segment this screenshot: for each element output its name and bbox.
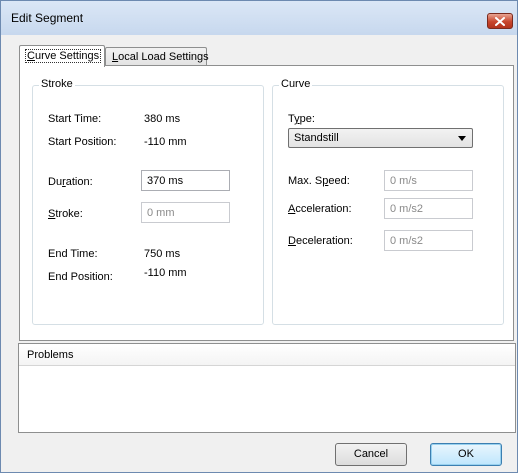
- stroke-label: Stroke:: [48, 208, 83, 220]
- max-speed-label: Max. Speed:: [288, 175, 350, 187]
- tab-local-load-settings-label: Local Load Settings: [112, 51, 209, 63]
- end-time-value: 750 ms: [144, 248, 181, 260]
- tab-curve-settings-label: Curve Settings: [24, 49, 102, 63]
- deceleration-input[interactable]: [384, 230, 473, 251]
- end-position-value: -110 mm: [144, 267, 187, 279]
- curve-group: Curve Type: Standstill Max. Speed: Accel…: [272, 78, 504, 325]
- title-bar[interactable]: Edit Segment: [1, 1, 517, 35]
- problems-header-label: Problems: [27, 349, 74, 361]
- tab-local-load-settings[interactable]: Local Load Settings: [105, 47, 209, 65]
- duration-input[interactable]: [141, 170, 230, 191]
- problems-list[interactable]: Problems: [18, 343, 516, 433]
- start-time-label: Start Time:: [48, 113, 102, 125]
- ok-button[interactable]: OK: [430, 443, 502, 466]
- window-title: Edit Segment: [11, 11, 84, 25]
- start-time-value: 380 ms: [144, 113, 181, 125]
- end-time-label: End Time:: [48, 248, 98, 260]
- start-position-label: Start Position:: [48, 136, 117, 148]
- stroke-input[interactable]: [141, 202, 230, 223]
- tab-curve-settings[interactable]: Curve Settings: [19, 45, 105, 67]
- acceleration-input[interactable]: [384, 198, 473, 219]
- start-position-value: -110 mm: [144, 136, 187, 148]
- end-position-label: End Position:: [48, 271, 113, 283]
- cancel-button[interactable]: Cancel: [335, 443, 407, 466]
- acceleration-label: Acceleration:: [288, 203, 352, 215]
- curve-type-selected: Standstill: [294, 132, 339, 144]
- type-label: Type:: [288, 113, 315, 125]
- stroke-group: Stroke Start Time: 380 ms Start Position…: [32, 78, 264, 325]
- max-speed-input[interactable]: [384, 170, 473, 191]
- curve-settings-panel: Stroke Start Time: 380 ms Start Position…: [19, 65, 514, 341]
- curve-type-dropdown[interactable]: Standstill: [288, 128, 473, 148]
- deceleration-label: Deceleration:: [288, 235, 353, 247]
- curve-group-title: Curve: [279, 78, 313, 90]
- problems-header: Problems: [19, 344, 515, 366]
- duration-label: Duration:: [48, 176, 93, 188]
- close-button[interactable]: [487, 13, 513, 29]
- stroke-group-title: Stroke: [39, 78, 75, 90]
- chevron-down-icon: [458, 136, 466, 141]
- edit-segment-dialog: Edit Segment Curve Settings Local Load S…: [0, 0, 518, 473]
- close-x-icon: [495, 17, 505, 26]
